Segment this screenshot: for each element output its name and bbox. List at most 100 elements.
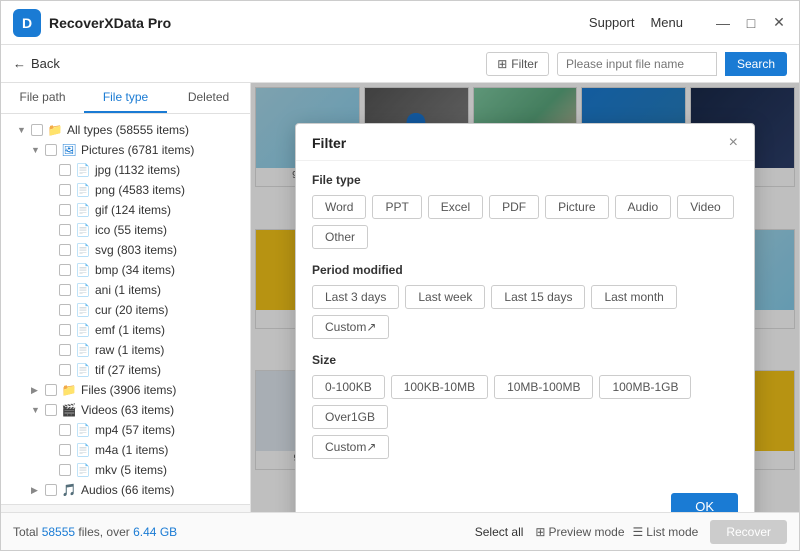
- tree-item-jpg[interactable]: 📄 jpg (1132 items): [1, 160, 250, 180]
- checkbox-videos[interactable]: [45, 404, 57, 416]
- search-input[interactable]: [557, 52, 717, 76]
- tree-item-bmp[interactable]: 📄 bmp (34 items): [1, 260, 250, 280]
- filetype-tags: Word PPT Excel PDF Picture Audio Video O…: [312, 195, 738, 249]
- back-arrow-icon: ←: [13, 56, 26, 71]
- tag-word[interactable]: Word: [312, 195, 366, 219]
- period-section-title: Period modified: [312, 263, 738, 277]
- tree-item-cur[interactable]: 📄 cur (20 items): [1, 300, 250, 320]
- tree-item-gif[interactable]: 📄 gif (124 items): [1, 200, 250, 220]
- tag-lastmonth[interactable]: Last month: [591, 285, 676, 309]
- tree-item-ico[interactable]: 📄 ico (55 items): [1, 220, 250, 240]
- tree-item-pictures[interactable]: ▼ 🖼 Pictures (6781 items): [1, 140, 250, 160]
- checkbox-mkv[interactable]: [59, 464, 71, 476]
- preview-mode-button[interactable]: ⊞ Preview mode: [535, 525, 624, 539]
- menu-link[interactable]: Menu: [650, 15, 683, 30]
- checkbox-files[interactable]: [45, 384, 57, 396]
- tag-0-100kb[interactable]: 0-100KB: [312, 375, 385, 399]
- tree-item-png[interactable]: 📄 png (4583 items): [1, 180, 250, 200]
- tree-item-ani[interactable]: 📄 ani (1 items): [1, 280, 250, 300]
- checkbox-tif[interactable]: [59, 364, 71, 376]
- tag-over1gb[interactable]: Over1GB: [312, 405, 388, 429]
- checkbox-cur[interactable]: [59, 304, 71, 316]
- tag-100kb-10mb[interactable]: 100KB-10MB: [391, 375, 488, 399]
- checkbox-emf[interactable]: [59, 324, 71, 336]
- tag-last15days[interactable]: Last 15 days: [491, 285, 585, 309]
- ok-button[interactable]: OK: [671, 493, 738, 512]
- recover-button[interactable]: Recover: [710, 520, 787, 544]
- checkbox-jpg[interactable]: [59, 164, 71, 176]
- filter-section-filetype: File type Word PPT Excel PDF Picture Aud…: [312, 173, 738, 249]
- tag-audio[interactable]: Audio: [615, 195, 672, 219]
- app-icon: D: [13, 9, 41, 37]
- folder-mp4-icon: 📄: [75, 422, 91, 438]
- sidebar: File path File type Deleted ▼ 📁 All type…: [1, 83, 251, 512]
- checkbox-audios[interactable]: [45, 484, 57, 496]
- tree-item-raw[interactable]: 📄 raw (1 items): [1, 340, 250, 360]
- tag-custom-period[interactable]: Custom↗: [312, 315, 389, 339]
- checkbox-pictures[interactable]: [45, 144, 57, 156]
- tag-pdf[interactable]: PDF: [489, 195, 539, 219]
- tag-last3days[interactable]: Last 3 days: [312, 285, 399, 309]
- tag-picture[interactable]: Picture: [545, 195, 608, 219]
- title-bar-left: D RecoverXData Pro: [13, 9, 171, 37]
- back-button[interactable]: ← Back: [13, 56, 60, 71]
- tree-item-mkv[interactable]: 📄 mkv (5 items): [1, 460, 250, 480]
- support-link[interactable]: Support: [589, 15, 635, 30]
- checkbox-svg[interactable]: [59, 244, 71, 256]
- tag-excel[interactable]: Excel: [428, 195, 483, 219]
- folder-emf-icon: 📄: [75, 322, 91, 338]
- tag-10mb-100mb[interactable]: 10MB-100MB: [494, 375, 593, 399]
- tab-filetype[interactable]: File type: [84, 83, 167, 113]
- tag-custom-size[interactable]: Custom↗: [312, 435, 389, 459]
- checkbox-raw[interactable]: [59, 344, 71, 356]
- checkbox-gif[interactable]: [59, 204, 71, 216]
- tree-arrow-all: ▼: [17, 125, 29, 135]
- checkbox-mp4[interactable]: [59, 424, 71, 436]
- maximize-button[interactable]: □: [743, 15, 759, 31]
- tag-ppt[interactable]: PPT: [372, 195, 421, 219]
- bottom-bar: Total 58555 files, over 6.44 GB Select a…: [1, 512, 799, 550]
- view-mode: ⊞ Preview mode ☰ List mode: [535, 525, 698, 539]
- period-tags: Last 3 days Last week Last 15 days Last …: [312, 285, 738, 339]
- tree-arrow-pictures: ▼: [31, 145, 43, 155]
- tree-item-svg[interactable]: 📄 svg (803 items): [1, 240, 250, 260]
- filter-modal: Filter × File type Word PPT Excel PDF Pi…: [295, 123, 755, 512]
- checkbox-ani[interactable]: [59, 284, 71, 296]
- tree-item-all[interactable]: ▼ 📁 All types (58555 items): [1, 120, 250, 140]
- checkbox-bmp[interactable]: [59, 264, 71, 276]
- tree-item-mp4[interactable]: 📄 mp4 (57 items): [1, 420, 250, 440]
- folder-cur-icon: 📄: [75, 302, 91, 318]
- preview-mode-icon: ⊞: [535, 525, 545, 539]
- filter-button[interactable]: ⊞ Filter: [486, 52, 549, 76]
- modal-footer: OK: [296, 485, 754, 512]
- tag-video[interactable]: Video: [677, 195, 733, 219]
- folder-gif-icon: 📄: [75, 202, 91, 218]
- select-all-button[interactable]: Select all: [475, 525, 524, 539]
- checkbox-ico[interactable]: [59, 224, 71, 236]
- tag-other[interactable]: Other: [312, 225, 368, 249]
- tree-item-m4a[interactable]: 📄 m4a (1 items): [1, 440, 250, 460]
- tree-item-audios[interactable]: ▶ 🎵 Audios (66 items): [1, 480, 250, 500]
- tab-filepath[interactable]: File path: [1, 83, 84, 113]
- checkbox-png[interactable]: [59, 184, 71, 196]
- toolbar: ← Back ⊞ Filter Search: [1, 45, 799, 83]
- checkbox-m4a[interactable]: [59, 444, 71, 456]
- close-button[interactable]: ✕: [771, 14, 787, 31]
- filter-section-size: Size 0-100KB 100KB-10MB 10MB-100MB 100MB…: [312, 353, 738, 459]
- tab-deleted[interactable]: Deleted: [167, 83, 250, 113]
- search-button[interactable]: Search: [725, 52, 787, 76]
- tree-item-files[interactable]: ▶ 📁 Files (3906 items): [1, 380, 250, 400]
- minimize-button[interactable]: —: [715, 15, 731, 31]
- app-window: D RecoverXData Pro Support Menu — □ ✕ ← …: [0, 0, 800, 551]
- tag-lastweek[interactable]: Last week: [405, 285, 485, 309]
- tree-item-tif[interactable]: 📄 tif (27 items): [1, 360, 250, 380]
- sidebar-scrollbar[interactable]: [1, 504, 250, 512]
- checkbox-all[interactable]: [31, 124, 43, 136]
- list-mode-button[interactable]: ☰ List mode: [633, 525, 699, 539]
- folder-yellow-icon: 📄: [75, 162, 91, 178]
- sidebar-tree: ▼ 📁 All types (58555 items) ▼ 🖼 Pictures…: [1, 114, 250, 504]
- tag-100mb-1gb[interactable]: 100MB-1GB: [599, 375, 691, 399]
- tree-item-videos[interactable]: ▼ 🎬 Videos (63 items): [1, 400, 250, 420]
- modal-close-button[interactable]: ×: [729, 134, 738, 152]
- tree-item-emf[interactable]: 📄 emf (1 items): [1, 320, 250, 340]
